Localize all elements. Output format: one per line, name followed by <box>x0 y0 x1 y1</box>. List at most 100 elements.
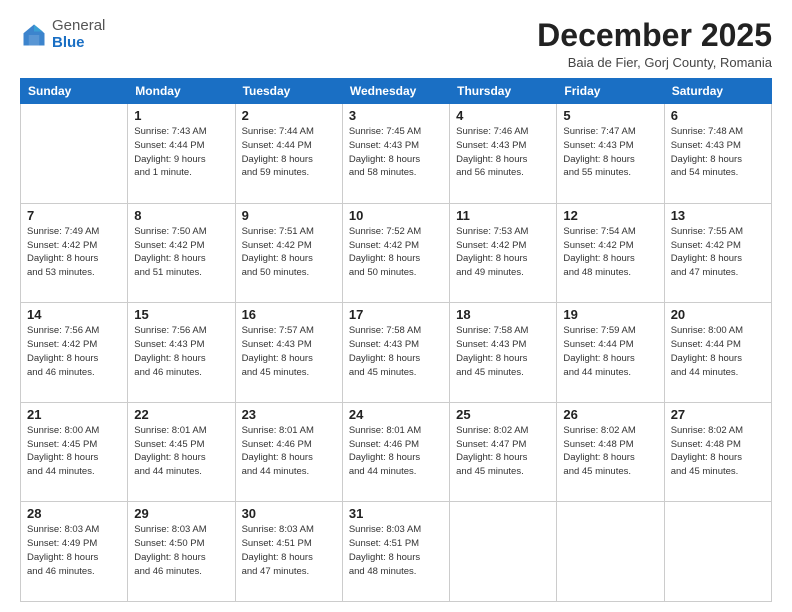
day-info: Sunrise: 8:01 AM Sunset: 4:45 PM Dayligh… <box>134 424 228 479</box>
logo: General Blue <box>20 18 105 51</box>
day-info: Sunrise: 7:56 AM Sunset: 4:42 PM Dayligh… <box>27 324 121 379</box>
weekday-header-tuesday: Tuesday <box>235 79 342 104</box>
day-number: 11 <box>456 208 550 223</box>
calendar-cell <box>664 502 771 602</box>
calendar-cell: 6Sunrise: 7:48 AM Sunset: 4:43 PM Daylig… <box>664 104 771 204</box>
day-info: Sunrise: 7:58 AM Sunset: 4:43 PM Dayligh… <box>456 324 550 379</box>
calendar-cell: 22Sunrise: 8:01 AM Sunset: 4:45 PM Dayli… <box>128 402 235 502</box>
day-info: Sunrise: 8:02 AM Sunset: 4:47 PM Dayligh… <box>456 424 550 479</box>
day-number: 21 <box>27 407 121 422</box>
week-row-4: 21Sunrise: 8:00 AM Sunset: 4:45 PM Dayli… <box>21 402 772 502</box>
calendar-cell: 24 Sunrise: 8:01 AM Sunset: 4:46 PM Dayli… <box>342 402 449 502</box>
day-info: Sunrise: 7:55 AM Sunset: 4:42 PM Dayligh… <box>671 225 765 280</box>
week-row-1: 1 Sunrise: 7:43 AM Sunset: 4:44 PM Daylig… <box>21 104 772 204</box>
day-info: Sunrise: 8:01 AM Sunset: 4:46 PM Dayligh… <box>349 424 443 479</box>
calendar-cell: 14 Sunrise: 7:56 AM Sunset: 4:42 PM Dayli… <box>21 303 128 403</box>
day-info: Sunrise: 8:03 AM Sunset: 4:51 PM Dayligh… <box>349 523 443 578</box>
day-number: 7 <box>27 208 121 223</box>
day-info: Sunrise: 7:53 AM Sunset: 4:42 PM Dayligh… <box>456 225 550 280</box>
weekday-header-wednesday: Wednesday <box>342 79 449 104</box>
calendar-cell: 23 Sunrise: 8:01 AM Sunset: 4:46 PM Dayli… <box>235 402 342 502</box>
calendar-cell: 30 Sunrise: 8:03 AM Sunset: 4:51 PM Dayli… <box>235 502 342 602</box>
weekday-header-sunday: Sunday <box>21 79 128 104</box>
calendar-cell: 3 Sunrise: 7:45 AM Sunset: 4:43 PM Daylig… <box>342 104 449 204</box>
day-number: 13 <box>671 208 765 223</box>
day-number: 30 <box>242 506 336 521</box>
day-number: 20 <box>671 307 765 322</box>
page: General Blue December 2025 Baia de Fier,… <box>0 0 792 612</box>
logo-general: General <box>52 17 105 34</box>
day-info: Sunrise: 8:00 AM Sunset: 4:44 PM Dayligh… <box>671 324 765 379</box>
day-info: Sunrise: 7:49 AM Sunset: 4:42 PM Dayligh… <box>27 225 121 280</box>
weekday-header-monday: Monday <box>128 79 235 104</box>
calendar-cell: 17 Sunrise: 7:58 AM Sunset: 4:43 PM Dayli… <box>342 303 449 403</box>
weekday-header-thursday: Thursday <box>450 79 557 104</box>
calendar-cell <box>21 104 128 204</box>
day-number: 5 <box>563 108 657 123</box>
day-number: 16 <box>242 307 336 322</box>
day-number: 25 <box>456 407 550 422</box>
day-info: Sunrise: 7:58 AM Sunset: 4:43 PM Dayligh… <box>349 324 443 379</box>
logo-blue: Blue <box>52 34 85 51</box>
calendar-cell: 4 Sunrise: 7:46 AM Sunset: 4:43 PM Daylig… <box>450 104 557 204</box>
calendar-cell: 5Sunrise: 7:47 AM Sunset: 4:43 PM Daylig… <box>557 104 664 204</box>
week-row-2: 7 Sunrise: 7:49 AM Sunset: 4:42 PM Daylig… <box>21 203 772 303</box>
day-info: Sunrise: 7:59 AM Sunset: 4:44 PM Dayligh… <box>563 324 657 379</box>
day-info: Sunrise: 8:03 AM Sunset: 4:49 PM Dayligh… <box>27 523 121 578</box>
calendar-cell: 27Sunrise: 8:02 AM Sunset: 4:48 PM Dayli… <box>664 402 771 502</box>
calendar-cell: 28 Sunrise: 8:03 AM Sunset: 4:49 PM Dayli… <box>21 502 128 602</box>
header: General Blue December 2025 Baia de Fier,… <box>20 18 772 70</box>
calendar-cell: 21Sunrise: 8:00 AM Sunset: 4:45 PM Dayli… <box>21 402 128 502</box>
calendar-cell: 13 Sunrise: 7:55 AM Sunset: 4:42 PM Dayli… <box>664 203 771 303</box>
day-info: Sunrise: 7:57 AM Sunset: 4:43 PM Dayligh… <box>242 324 336 379</box>
day-info: Sunrise: 7:44 AM Sunset: 4:44 PM Dayligh… <box>242 125 336 180</box>
day-info: Sunrise: 7:54 AM Sunset: 4:42 PM Dayligh… <box>563 225 657 280</box>
day-number: 24 <box>349 407 443 422</box>
day-info: Sunrise: 7:50 AM Sunset: 4:42 PM Dayligh… <box>134 225 228 280</box>
day-info: Sunrise: 7:45 AM Sunset: 4:43 PM Dayligh… <box>349 125 443 180</box>
day-info: Sunrise: 8:01 AM Sunset: 4:46 PM Dayligh… <box>242 424 336 479</box>
day-number: 6 <box>671 108 765 123</box>
day-info: Sunrise: 7:46 AM Sunset: 4:43 PM Dayligh… <box>456 125 550 180</box>
day-number: 9 <box>242 208 336 223</box>
week-row-3: 14 Sunrise: 7:56 AM Sunset: 4:42 PM Dayli… <box>21 303 772 403</box>
calendar-cell <box>557 502 664 602</box>
calendar-cell: 9 Sunrise: 7:51 AM Sunset: 4:42 PM Daylig… <box>235 203 342 303</box>
calendar-cell: 12Sunrise: 7:54 AM Sunset: 4:42 PM Dayli… <box>557 203 664 303</box>
calendar-cell: 19 Sunrise: 7:59 AM Sunset: 4:44 PM Dayli… <box>557 303 664 403</box>
calendar-cell: 7 Sunrise: 7:49 AM Sunset: 4:42 PM Daylig… <box>21 203 128 303</box>
day-number: 18 <box>456 307 550 322</box>
day-number: 2 <box>242 108 336 123</box>
calendar-cell: 25 Sunrise: 8:02 AM Sunset: 4:47 PM Dayli… <box>450 402 557 502</box>
location: Baia de Fier, Gorj County, Romania <box>537 55 772 70</box>
day-number: 1 <box>134 108 228 123</box>
day-number: 19 <box>563 307 657 322</box>
logo-text: General Blue <box>52 18 105 51</box>
day-number: 3 <box>349 108 443 123</box>
calendar-cell: 15Sunrise: 7:56 AM Sunset: 4:43 PM Dayli… <box>128 303 235 403</box>
calendar-cell: 29Sunrise: 8:03 AM Sunset: 4:50 PM Dayli… <box>128 502 235 602</box>
day-number: 4 <box>456 108 550 123</box>
day-number: 17 <box>349 307 443 322</box>
day-number: 29 <box>134 506 228 521</box>
day-info: Sunrise: 7:52 AM Sunset: 4:42 PM Dayligh… <box>349 225 443 280</box>
day-info: Sunrise: 7:43 AM Sunset: 4:44 PM Dayligh… <box>134 125 228 180</box>
day-info: Sunrise: 7:51 AM Sunset: 4:42 PM Dayligh… <box>242 225 336 280</box>
weekday-header-row: SundayMondayTuesdayWednesdayThursdayFrid… <box>21 79 772 104</box>
calendar-cell: 10Sunrise: 7:52 AM Sunset: 4:42 PM Dayli… <box>342 203 449 303</box>
weekday-header-friday: Friday <box>557 79 664 104</box>
day-number: 8 <box>134 208 228 223</box>
day-number: 31 <box>349 506 443 521</box>
day-number: 14 <box>27 307 121 322</box>
day-info: Sunrise: 8:02 AM Sunset: 4:48 PM Dayligh… <box>671 424 765 479</box>
day-number: 15 <box>134 307 228 322</box>
calendar-cell: 11 Sunrise: 7:53 AM Sunset: 4:42 PM Dayli… <box>450 203 557 303</box>
day-number: 28 <box>27 506 121 521</box>
weekday-header-saturday: Saturday <box>664 79 771 104</box>
week-row-5: 28 Sunrise: 8:03 AM Sunset: 4:49 PM Dayli… <box>21 502 772 602</box>
day-number: 23 <box>242 407 336 422</box>
calendar-cell: 20 Sunrise: 8:00 AM Sunset: 4:44 PM Dayli… <box>664 303 771 403</box>
day-info: Sunrise: 8:03 AM Sunset: 4:51 PM Dayligh… <box>242 523 336 578</box>
calendar-cell: 8 Sunrise: 7:50 AM Sunset: 4:42 PM Daylig… <box>128 203 235 303</box>
title-block: December 2025 Baia de Fier, Gorj County,… <box>537 18 772 70</box>
